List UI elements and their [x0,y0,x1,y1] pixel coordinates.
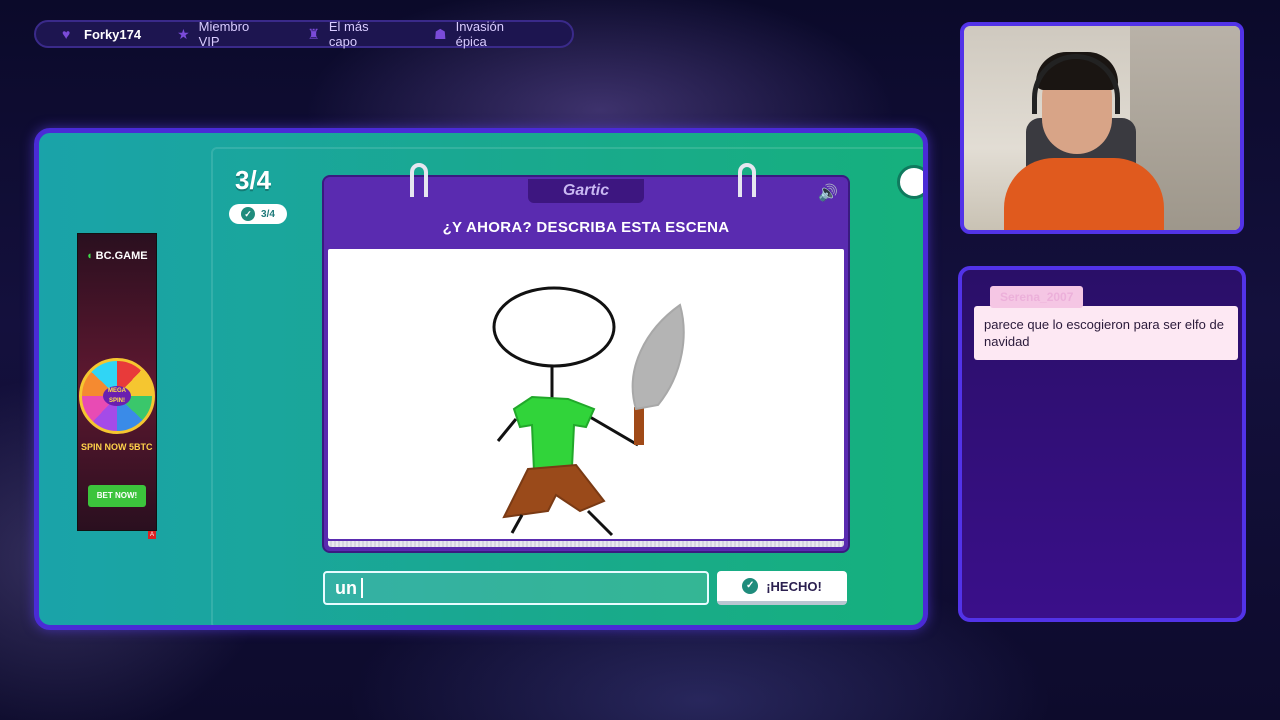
side-action-button[interactable] [897,165,923,199]
drawing-knife-handle [634,407,644,445]
drawing-shirt [512,395,596,473]
drawing-right-leg [586,509,614,537]
round-progress-badge: ✓ 3/4 [229,204,287,224]
chat-message: parece que lo escogieron para ser elfo d… [974,306,1238,360]
answer-input[interactable]: un [323,571,709,605]
ad-choices-icon[interactable]: A [148,531,156,539]
done-button[interactable]: ✓ ¡HECHO! [717,571,847,605]
ad-bet-button[interactable]: BET NOW! [88,485,146,507]
topbar-item-title: ♜ El más capo [307,19,398,49]
topbar-item-vip: ★ Miembro VIP [177,19,271,49]
group-icon: ☗ [434,26,447,42]
webcam-person-body [1004,158,1164,230]
vip-label: Miembro VIP [198,19,250,49]
round-badge-label: 3/4 [261,208,275,220]
bc-logo-icon: ◖ [86,250,93,262]
sound-icon[interactable]: 🔊 [818,183,838,203]
stick-figure-drawing [492,286,685,537]
drawing-canvas [328,249,844,539]
check-icon: ✓ [241,207,256,221]
advertisement-banner[interactable]: ◖ BC.GAME MEGA SPIN! SPIN NOW 5BTC BET NO… [77,233,157,539]
card-ring-left [410,163,428,197]
star-icon: ★ [177,26,190,42]
username-label: Forky174 [84,26,142,42]
ad-brand: ◖ BC.GAME [86,250,148,262]
drawing-card: Gartic 🔊 ¿Y AHORA? DESCRIBA ESTA ESCENA [322,163,850,553]
check-circle-icon: ✓ [742,578,759,594]
topbar-item-invasion: ☗ Invasión épica [434,19,536,49]
gartic-logo: Gartic [528,179,644,203]
drawing-shorts [502,463,606,519]
card-pages-edge [328,541,844,547]
invasion-label: Invasión épica [455,19,505,49]
title-label: El más capo [328,19,369,49]
webcam-feed [960,22,1244,234]
text-caret [361,578,363,598]
round-counter: 3/4 [235,165,272,195]
heart-icon: ♥ [62,26,71,42]
drawing-left-leg [510,514,524,534]
ad-promo-text: SPIN NOW 5BTC [81,442,153,452]
chat-panel: parece que lo escogieron para ser elfo d… [958,266,1246,622]
scene-prompt: ¿Y AHORA? DESCRIBA ESTA ESCENA [442,219,730,236]
drawing-head [492,286,616,368]
game-frame: ◖ BC.GAME MEGA SPIN! SPIN NOW 5BTC BET NO… [34,128,928,630]
drawing-knife-blade [631,303,685,411]
done-button-label: ¡HECHO! [766,578,822,594]
answer-text: un [335,577,357,598]
chat-username: Serena_2007 [990,286,1084,308]
drawing-right-arm [589,415,639,447]
drawing-left-arm [496,418,518,442]
card-ring-right [738,163,756,197]
trophy-icon: ♜ [307,26,320,42]
topbar-item-username: ♥ Forky174 [62,27,141,42]
ad-wheel-text: MEGA SPIN! [103,386,131,406]
streamer-info-bar: ♥ Forky174 ★ Miembro VIP ♜ El más capo ☗… [34,19,574,49]
